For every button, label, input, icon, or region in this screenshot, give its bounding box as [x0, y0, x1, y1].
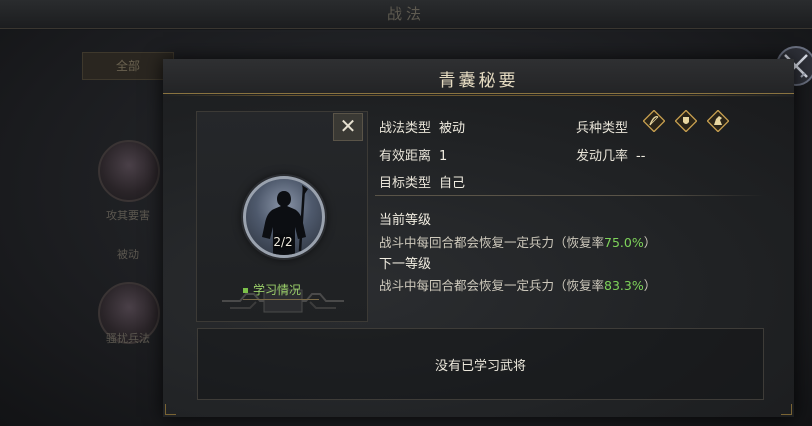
range-key: 有效距离	[379, 149, 432, 164]
cavalry-troop-icon[interactable]	[707, 110, 729, 132]
next-level-rate: 83.3%	[604, 278, 644, 293]
modal-header: 青囊秘要	[163, 59, 794, 96]
corner-ornament	[781, 404, 792, 415]
trigger-rate-key: 发动几率	[576, 149, 629, 164]
empty-learned-text: 没有已学习武将	[434, 359, 526, 374]
background-skill-label: 被动	[117, 248, 139, 261]
background-tab[interactable]: 全部	[82, 52, 174, 80]
next-level-desc-text: 战斗中每回合都会恢复一定兵力（恢复率	[379, 278, 605, 293]
section-divider	[375, 195, 765, 196]
current-level-desc: 战斗中每回合都会恢复一定兵力（恢复率75.0%）	[379, 232, 656, 251]
target-row: 目标类型 自己	[379, 172, 465, 191]
bow-troop-icon[interactable]	[643, 110, 665, 132]
target-key: 目标类型	[379, 176, 432, 191]
next-level-desc-end: ）	[643, 278, 657, 293]
target-value: 自己	[439, 176, 466, 191]
background-skill-icon[interactable]	[98, 140, 160, 202]
troop-type-key: 兵种类型	[576, 121, 629, 136]
background-skill-label: 骚扰兵法	[106, 332, 150, 345]
status-dot-icon	[243, 288, 248, 293]
current-level-rate: 75.0%	[604, 235, 644, 250]
modal-title: 青囊秘要	[438, 71, 519, 91]
troop-type-row: 兵种类型	[576, 117, 628, 136]
range-value: 1	[439, 149, 448, 164]
current-level-desc-end: ）	[643, 235, 657, 250]
tactic-type-key: 战法类型	[379, 121, 432, 136]
next-level-desc: 战斗中每回合都会恢复一定兵力（恢复率83.3%）	[379, 275, 656, 294]
tactic-detail-modal: 青囊秘要 ✕ 2/2 学习情况 战法类型 被动 有效距离 1 目标类型 自己 兵种类型	[163, 59, 794, 417]
tactic-type-value: 被动	[439, 121, 466, 136]
current-level-desc-text: 战斗中每回合都会恢复一定兵力（恢复率	[379, 235, 605, 250]
range-row: 有效距离 1	[379, 145, 447, 164]
trigger-rate-row: 发动几率 --	[576, 145, 645, 164]
background-skill-label: 攻其要害	[106, 209, 150, 222]
background-title: 战法	[386, 5, 425, 23]
next-level-title: 下一等级	[379, 257, 432, 272]
close-button[interactable]: ✕	[333, 113, 363, 141]
background-top-bar: 战法	[0, 0, 812, 29]
tactic-type-row: 战法类型 被动	[379, 117, 465, 136]
learn-status-label: 学习情况	[253, 283, 302, 297]
shield-troop-icon[interactable]	[675, 110, 697, 132]
trigger-rate-value: --	[636, 149, 646, 164]
corner-ornament	[165, 404, 176, 415]
level-badge: 2/2	[273, 235, 293, 249]
close-icon: ✕	[339, 114, 357, 138]
learned-generals-box: 没有已学习武将	[197, 328, 764, 400]
current-level-title: 当前等级	[379, 213, 432, 228]
learn-status-link[interactable]: 学习情况	[243, 281, 319, 300]
